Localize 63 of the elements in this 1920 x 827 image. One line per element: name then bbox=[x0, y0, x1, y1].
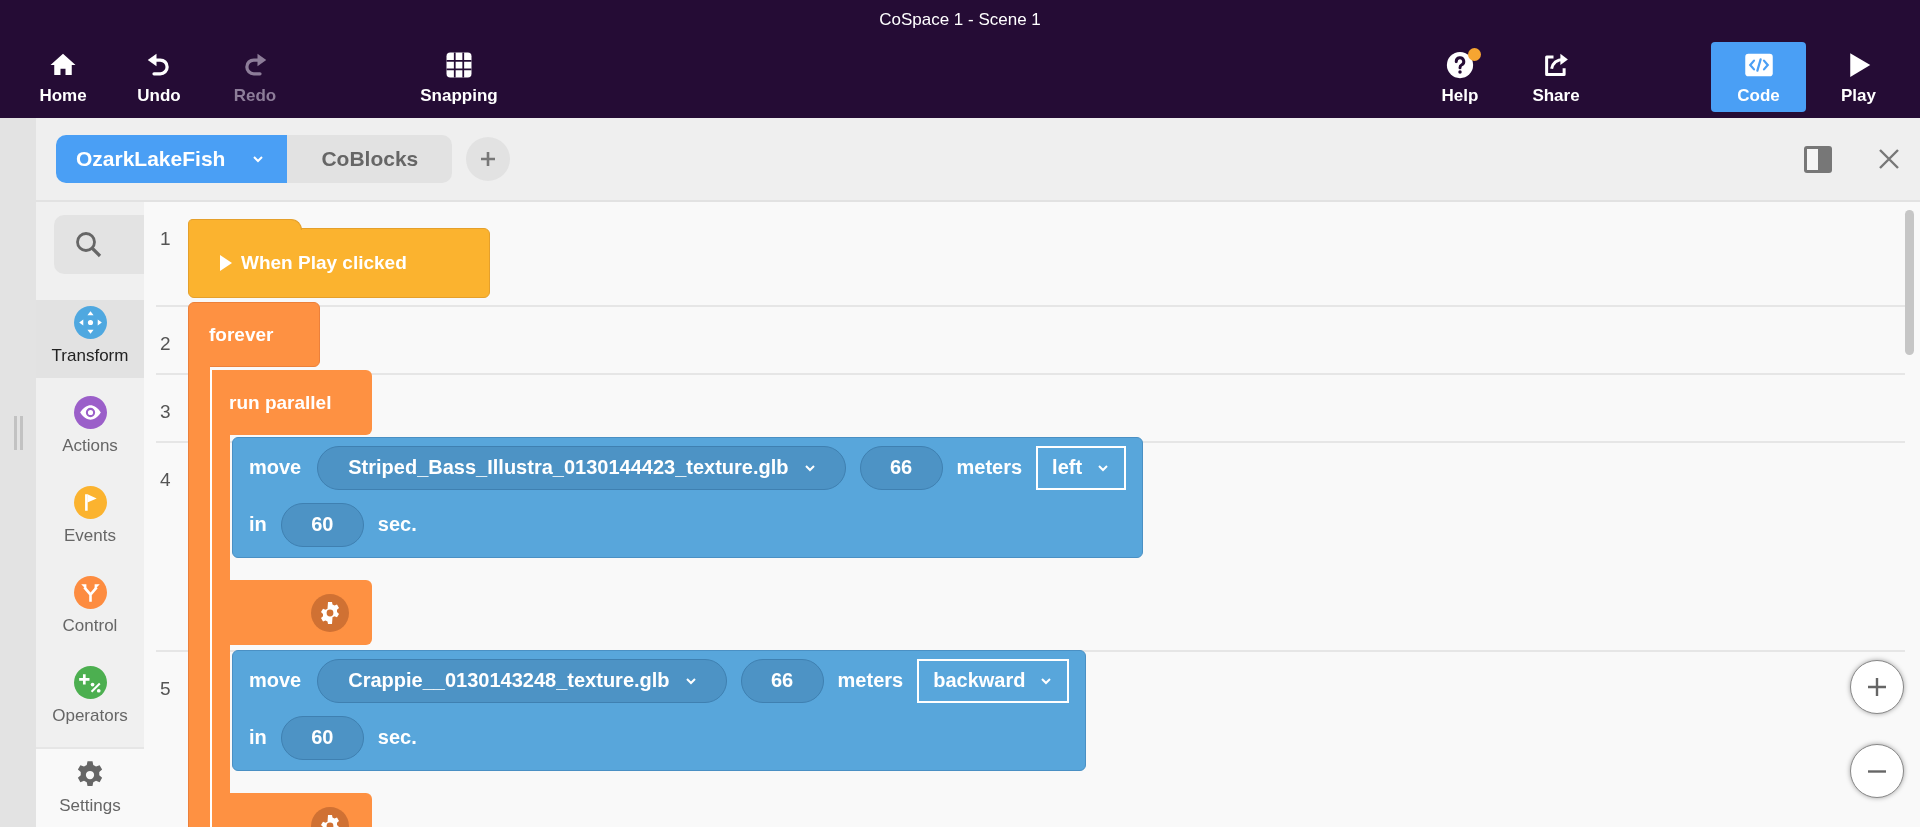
toolbar-button[interactable]: Snapping bbox=[411, 42, 507, 112]
gear-icon[interactable] bbox=[311, 593, 349, 632]
block-label: sec. bbox=[377, 726, 417, 749]
number-field[interactable]: 60 bbox=[280, 715, 364, 760]
zoom-in-button[interactable] bbox=[1850, 660, 1904, 714]
block-label: When Play clicked bbox=[241, 252, 407, 274]
move-block[interactable]: move Crappie__0130143248_texture.glb 66 meters backward in 60 sec. bbox=[232, 650, 1087, 771]
grid-icon bbox=[444, 50, 474, 80]
tab[interactable]: OzarkLakeFish bbox=[56, 135, 288, 183]
direction-dropdown[interactable]: left bbox=[1036, 445, 1127, 490]
toolbar-button[interactable]: Share bbox=[1508, 42, 1604, 112]
zoom-out-button[interactable] bbox=[1850, 744, 1904, 798]
settings-button[interactable]: Settings bbox=[36, 747, 144, 827]
resize-handle[interactable] bbox=[13, 415, 23, 450]
block-label: meters bbox=[956, 456, 1023, 479]
close-button[interactable] bbox=[1878, 148, 1900, 170]
search-button[interactable] bbox=[54, 215, 144, 274]
close-icon bbox=[1878, 148, 1900, 170]
block-label: in bbox=[249, 726, 267, 749]
play-icon bbox=[219, 254, 233, 272]
category-item[interactable]: Control bbox=[36, 564, 144, 654]
block-label: run parallel bbox=[229, 391, 332, 414]
object-dropdown[interactable]: Striped_Bass_Illustra_0130144423_texture.glb bbox=[317, 445, 846, 490]
direction-dropdown[interactable]: backward bbox=[917, 658, 1070, 703]
line-number: 1 bbox=[160, 228, 171, 249]
line-number: 5 bbox=[160, 678, 171, 699]
minus-icon bbox=[1868, 769, 1886, 773]
split-panel-icon bbox=[1802, 143, 1834, 175]
move-block[interactable]: move Striped_Bass_Illustra_0130144423_texture.glb 66 meters left in 60 sec. bbox=[232, 437, 1144, 558]
split-view-button[interactable] bbox=[1802, 143, 1834, 175]
toolbar-button[interactable]: Code bbox=[1711, 42, 1806, 112]
add-button[interactable] bbox=[466, 137, 511, 181]
number-field[interactable]: 66 bbox=[859, 445, 943, 490]
block-label: move bbox=[249, 669, 302, 692]
toolbar-button[interactable]: Help bbox=[1412, 42, 1508, 112]
block-label: meters bbox=[837, 669, 904, 692]
category-item[interactable]: Actions bbox=[36, 384, 144, 474]
block-label: in bbox=[249, 513, 267, 536]
tab[interactable]: CoBlocks bbox=[287, 135, 453, 183]
category-item[interactable]: Transform bbox=[36, 300, 144, 378]
help-icon bbox=[1445, 50, 1475, 80]
toolbar-button[interactable]: Play bbox=[1811, 42, 1906, 112]
category-item[interactable]: Events bbox=[36, 474, 144, 564]
block-label: move bbox=[249, 456, 302, 479]
plus-icon bbox=[479, 150, 498, 168]
event-block[interactable]: When Play clicked bbox=[188, 228, 490, 298]
loop-block[interactable]: forever bbox=[188, 302, 320, 367]
scrollbar[interactable] bbox=[1905, 210, 1914, 355]
object-dropdown[interactable]: Crappie__0130143248_texture.glb bbox=[317, 658, 727, 703]
toolbar-button[interactable]: Undo bbox=[111, 42, 207, 112]
number-field[interactable]: 66 bbox=[740, 658, 824, 703]
line-number: 2 bbox=[160, 333, 171, 354]
block-label: sec. bbox=[377, 513, 417, 536]
category-item[interactable]: Operators bbox=[36, 654, 144, 744]
toolbar-button[interactable]: Home bbox=[15, 42, 111, 112]
window-title: CoSpace 1 - Scene 1 bbox=[878, 9, 1042, 31]
search-icon bbox=[74, 229, 104, 260]
parallel-block[interactable]: run parallel bbox=[212, 370, 372, 435]
line-number: 4 bbox=[160, 469, 171, 490]
line-number: 3 bbox=[160, 401, 171, 422]
number-field[interactable]: 60 bbox=[280, 502, 364, 547]
plus-icon bbox=[1866, 676, 1888, 698]
block-label: forever bbox=[209, 323, 274, 346]
